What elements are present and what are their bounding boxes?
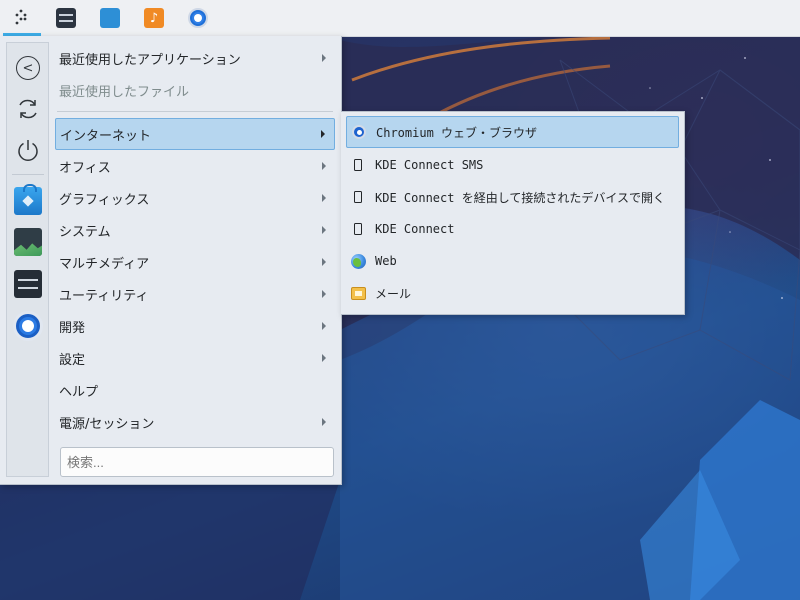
- top-panel: ♪: [0, 0, 800, 37]
- favorite-system-activity[interactable]: [12, 226, 44, 258]
- category-label: ユーティリティ: [59, 288, 149, 304]
- shutdown-button[interactable]: [12, 134, 44, 166]
- taskbar-music-player[interactable]: ♪: [132, 0, 176, 36]
- restart-button[interactable]: [12, 93, 44, 125]
- favorite-discover[interactable]: [12, 184, 44, 217]
- sidebar-separator: [12, 174, 44, 175]
- back-arrow-icon: <: [16, 56, 40, 80]
- chevron-right-icon: [322, 322, 326, 330]
- chevron-right-icon: [322, 258, 326, 266]
- favorite-chromium[interactable]: [12, 310, 44, 342]
- taskbar-chromium[interactable]: [176, 0, 220, 36]
- category-label: 設定: [59, 352, 86, 368]
- category-list: 最近使用したアプリケーション 最近使用したファイル インターネット オフィス グ…: [55, 42, 335, 438]
- category-label: グラフィックス: [59, 192, 150, 208]
- favorite-system-settings[interactable]: [12, 268, 44, 300]
- back-button[interactable]: <: [12, 52, 44, 84]
- globe-icon: [350, 253, 366, 269]
- category-label: ヘルプ: [59, 384, 99, 400]
- application-menu: < 最近使用したアプリケーション 最近使用したファイル インターネット オフィス…: [0, 36, 342, 485]
- category-label: システム: [59, 224, 111, 240]
- category-label: 開発: [59, 320, 86, 336]
- category-utilities[interactable]: ユーティリティ: [55, 278, 335, 310]
- chevron-right-icon: [321, 130, 325, 138]
- category-label: 電源/セッション: [59, 416, 155, 432]
- chevron-right-icon: [322, 418, 326, 426]
- category-development[interactable]: 開発: [55, 310, 335, 342]
- system-activity-icon: [14, 228, 42, 256]
- chevron-right-icon: [322, 226, 326, 234]
- category-graphics[interactable]: グラフィックス: [55, 182, 335, 214]
- search-input[interactable]: [60, 447, 334, 477]
- category-settings[interactable]: 設定: [55, 342, 335, 374]
- category-label: オフィス: [59, 160, 111, 176]
- internet-submenu: Chromium ウェブ・ブラウザ KDE Connect SMS KDE Co…: [341, 111, 685, 315]
- submenu-item-mail[interactable]: メール: [346, 277, 679, 309]
- submenu-item-web[interactable]: Web: [346, 245, 679, 277]
- category-multimedia[interactable]: マルチメディア: [55, 246, 335, 278]
- phone-icon: [350, 221, 366, 237]
- submenu-item-chromium[interactable]: Chromium ウェブ・ブラウザ: [346, 116, 679, 148]
- application-launcher-button[interactable]: [0, 0, 44, 36]
- submenu-item-label: KDE Connect SMS: [375, 158, 484, 172]
- restart-icon: [19, 99, 37, 119]
- category-power-session[interactable]: 電源/セッション: [55, 406, 335, 438]
- system-monitor-icon: [56, 8, 76, 28]
- software-store-icon: [14, 184, 42, 215]
- kde-launcher-icon: [15, 9, 27, 25]
- chromium-icon: [188, 8, 208, 28]
- mail-icon: [350, 285, 366, 301]
- category-label: インターネット: [60, 128, 152, 144]
- favorites-sidebar: <: [6, 42, 49, 477]
- taskbar-discover[interactable]: [88, 0, 132, 36]
- submenu-item-kdeconnect[interactable]: KDE Connect: [346, 213, 679, 245]
- category-help[interactable]: ヘルプ: [55, 374, 335, 406]
- submenu-item-label: Web: [375, 254, 397, 268]
- chromium-icon: [351, 124, 367, 140]
- submenu-item-label: Chromium ウェブ・ブラウザ: [376, 125, 538, 140]
- category-label: マルチメディア: [59, 256, 150, 272]
- chevron-right-icon: [322, 194, 326, 202]
- settings-panel-icon: [14, 270, 42, 298]
- recent-applications-label: 最近使用したアプリケーション: [59, 52, 241, 68]
- chevron-right-icon: [322, 354, 326, 362]
- recent-applications-item[interactable]: 最近使用したアプリケーション: [55, 42, 335, 74]
- chevron-right-icon: [322, 290, 326, 298]
- submenu-item-label: メール: [375, 286, 412, 301]
- submenu-item-label: KDE Connect を経由して接続されたデバイスで開く: [375, 190, 665, 205]
- category-internet[interactable]: インターネット: [55, 118, 335, 150]
- submenu-item-kdeconnect-sms[interactable]: KDE Connect SMS: [346, 149, 679, 181]
- menu-separator: [57, 111, 333, 112]
- category-system[interactable]: システム: [55, 214, 335, 246]
- power-icon: [18, 140, 38, 161]
- submenu-item-kdeconnect-open[interactable]: KDE Connect を経由して接続されたデバイスで開く: [346, 181, 679, 213]
- music-icon: ♪: [144, 8, 164, 28]
- phone-icon: [350, 189, 366, 205]
- taskbar-system-monitor[interactable]: [44, 0, 88, 36]
- recent-files-label: 最近使用したファイル: [59, 84, 190, 100]
- chevron-right-icon: [322, 162, 326, 170]
- submenu-item-label: KDE Connect: [375, 222, 455, 236]
- chromium-icon: [13, 311, 43, 341]
- category-office[interactable]: オフィス: [55, 150, 335, 182]
- recent-files-item[interactable]: 最近使用したファイル: [55, 74, 335, 106]
- chevron-right-icon: [322, 54, 326, 62]
- phone-icon: [350, 157, 366, 173]
- software-store-icon: [100, 8, 120, 28]
